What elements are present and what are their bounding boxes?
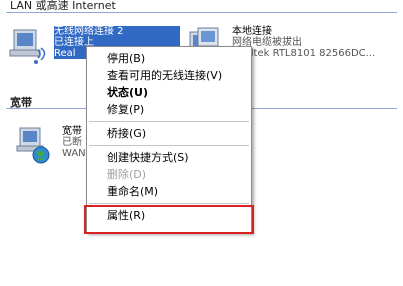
menu-separator (89, 145, 249, 146)
connection-status: 网络电缆被拔出 (232, 37, 302, 48)
section-divider (6, 12, 397, 13)
menu-item-disable[interactable]: 停用(B) (87, 50, 251, 67)
menu-item-delete: 删除(D) (107, 168, 147, 181)
connection-name: 本地连接 (232, 26, 272, 37)
menu-item-rename[interactable]: 重命名(M) (87, 183, 251, 200)
properties-highlight-frame (84, 205, 254, 234)
connection-device: Realtek RTL8101 82566DC... (232, 48, 376, 59)
connection-status: 已断 (62, 137, 82, 148)
connection-device: WAN (62, 148, 86, 159)
menu-item-view-wireless[interactable]: 查看可用的无线连接(V) (87, 67, 251, 84)
menu-item-status[interactable]: 状态(U) (87, 84, 251, 101)
broadband-globe-icon (16, 127, 50, 164)
connection-name: 无线网络连接 2 (54, 26, 124, 37)
menu-item-repair[interactable]: 修复(P) (87, 101, 251, 118)
menu-item-bridge[interactable]: 桥接(G) (87, 125, 251, 142)
wireless-network-icon (9, 29, 46, 64)
menu-item-create-shortcut[interactable]: 创建快捷方式(S) (87, 149, 251, 166)
connection-name: 宽带 (62, 126, 82, 137)
menu-separator (89, 121, 249, 122)
menu-separator (89, 203, 249, 204)
